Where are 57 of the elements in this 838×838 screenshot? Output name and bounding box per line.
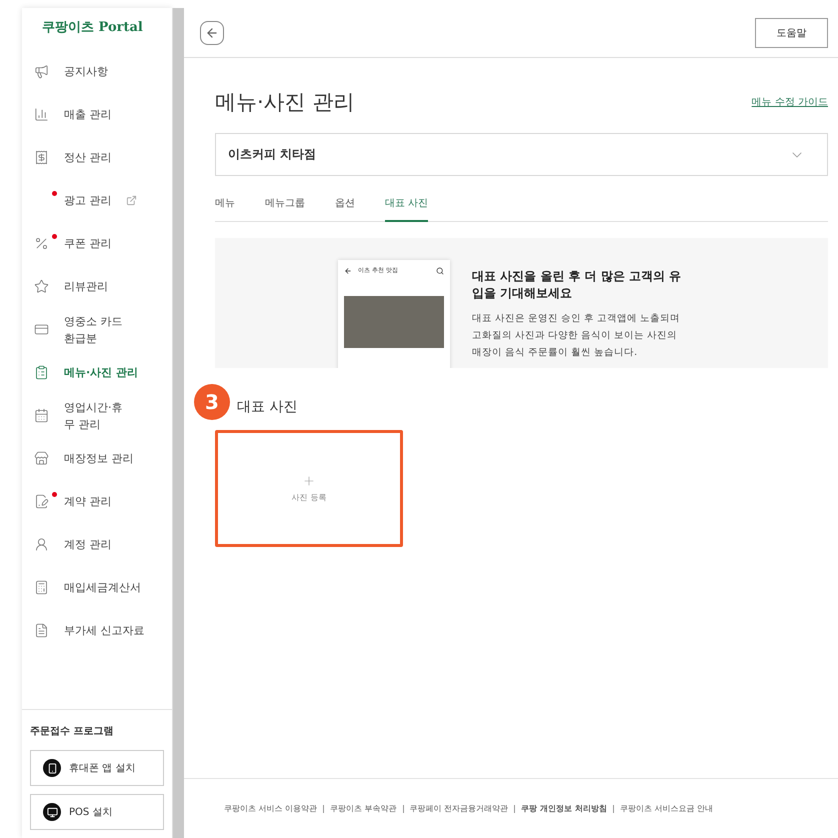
calendar-icon [34,408,49,423]
sidebar-item[interactable]: 광고 관리 [22,179,172,222]
sidebar-item[interactable]: 메뉴·사진 관리 [22,351,172,394]
tab[interactable]: 대표 사진 [385,196,428,222]
photo-upload-button[interactable]: 사진 등록 [215,430,403,547]
tab[interactable]: 메뉴 [215,196,235,222]
promo-text: 대표 사진은 운영진 승인 후 고객앱에 노출되며 고화질의 사진과 다양한 음식이 보이는 사진의 매장이 음식 주문률이 훨씬 높습니다. [472,312,682,360]
footer-link[interactable]: 쿠팡이츠 부속약관 [323,804,403,812]
monitor-glyph-icon [46,806,58,818]
guide-link[interactable]: 메뉴 수정 가이드 [752,95,828,109]
clipboard-icon [34,365,49,380]
sidebar-item[interactable]: 리뷰관리 [22,265,172,308]
help-button[interactable]: 도움말 [755,18,828,48]
tab[interactable]: 메뉴그룹 [265,196,305,222]
sidebar-item[interactable]: 계정 관리 [22,523,172,566]
search-icon [436,266,444,274]
install-button[interactable]: 휴대폰 앱 설치 [30,750,164,786]
sidebar-item[interactable]: 매출 관리 [22,93,172,136]
star-icon [34,279,49,294]
card-icon [34,322,49,337]
store-icon [34,451,49,466]
sidebar-item[interactable]: 매입세금계산서 [22,566,172,609]
list-document-icon [34,623,49,638]
back-arrow-icon [344,266,352,274]
receipt-icon [34,150,49,165]
phone-glyph-icon [46,762,58,774]
sidebar-item[interactable]: 쿠폰 관리 [22,222,172,265]
user-icon [34,537,49,552]
store-select[interactable]: 이츠커피 치타점 [215,133,828,176]
sidebar-item[interactable]: 영중소 카드 환급분 [22,308,172,351]
megaphone-icon [34,64,49,79]
sidebar-item[interactable]: 영업시간·휴무 관리 [22,394,172,437]
tab[interactable]: 옵션 [335,196,355,222]
install-button[interactable]: POS 설치 [30,794,164,830]
back-arrow-icon [205,26,219,40]
footer-link[interactable]: 쿠팡이츠 서비스 이용약관 [218,804,324,812]
section-title: 주문접수 프로그램 [30,725,114,738]
footer-link[interactable]: 쿠팡이츠 서비스요금 안내 [612,804,719,812]
page-title: 메뉴·사진 관리 [215,89,354,116]
calculator-icon [34,580,49,595]
footer-link[interactable]: 쿠팡페이 전자금융거래약관 [402,804,514,812]
bar-chart-icon [34,107,49,122]
scrollbar[interactable] [172,8,184,838]
sidebar-item[interactable]: 정산 관리 [22,136,172,179]
back-button[interactable] [200,20,224,44]
sidebar-item[interactable]: 계약 관리 [22,480,172,523]
sidebar-item[interactable]: 매장정보 관리 [22,437,172,480]
percent-icon [34,236,49,251]
document-icon [34,494,49,509]
sidebar-item[interactable]: 공지사항 [22,50,172,93]
promo-heading: 대표 사진을 올린 후 더 많은 고객의 유입을 기대해보세요 [472,268,682,302]
logo: 쿠팡이츠 Portal [41,19,144,37]
footer-link[interactable]: 쿠팡 개인정보 처리방침 [514,804,613,812]
sidebar-item[interactable]: 부가세 신고자료 [22,609,172,652]
step-badge: 3 [194,384,230,420]
section-title: 대표 사진 [236,398,298,416]
plus-icon [302,474,316,488]
